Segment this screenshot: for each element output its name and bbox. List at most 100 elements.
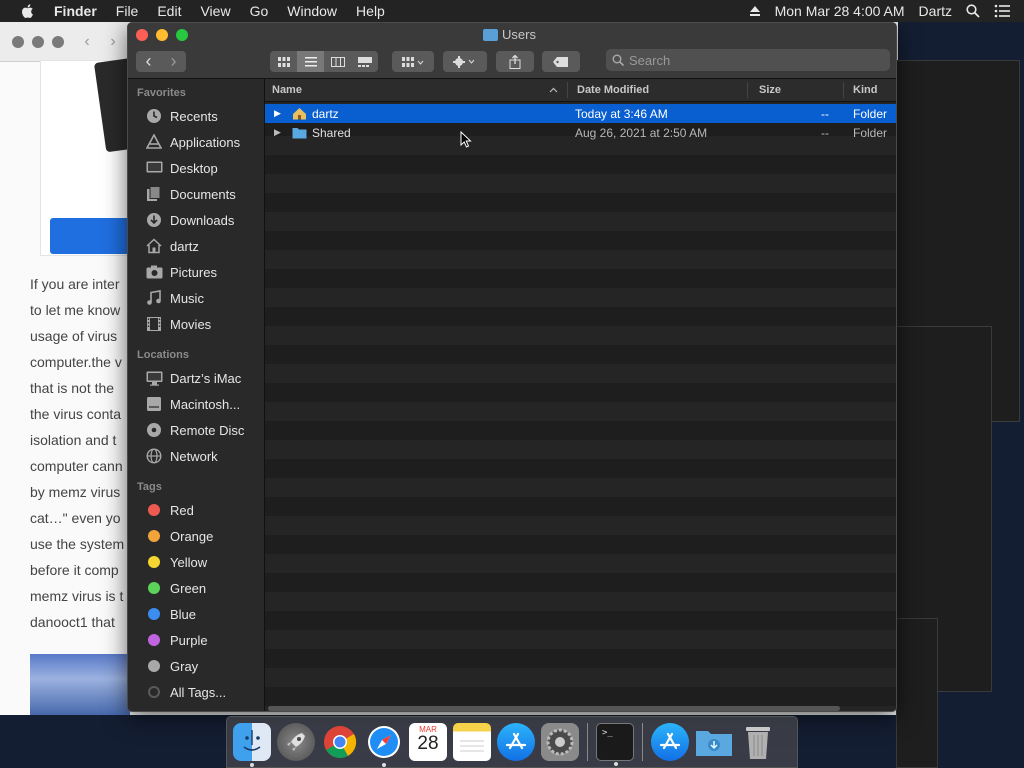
- browser-forward-icon[interactable]: ›: [102, 32, 124, 52]
- sidebar-item-tag[interactable]: Gray: [145, 655, 263, 677]
- menu-edit[interactable]: Edit: [157, 3, 181, 19]
- sidebar-item-tag[interactable]: Yellow: [145, 551, 263, 573]
- sidebar-item-movies[interactable]: Movies: [145, 313, 263, 335]
- column-divider[interactable]: [747, 82, 748, 98]
- dock-safari[interactable]: [365, 723, 403, 767]
- share-button[interactable]: [496, 51, 534, 72]
- browser-minimize-dot[interactable]: [32, 35, 44, 48]
- finder-sidebar: Favorites Recents Applications Desktop D…: [128, 79, 265, 711]
- safari-compass-icon: [368, 726, 400, 758]
- spotlight-search-icon[interactable]: [966, 4, 980, 18]
- finder-window: Users ‹ › Search Favorites Recents Appli…: [127, 22, 897, 712]
- horizontal-scrollbar[interactable]: [268, 706, 840, 711]
- dock-app-store[interactable]: [497, 723, 535, 761]
- dock-separator: [642, 723, 643, 761]
- menu-help[interactable]: Help: [356, 3, 385, 19]
- browser-back-icon[interactable]: ‹: [76, 32, 98, 52]
- desktop-icon: [145, 160, 163, 176]
- zoom-button[interactable]: [176, 29, 188, 41]
- sidebar-item-tag[interactable]: Red: [145, 499, 263, 521]
- sidebar-item-macintosh-hd[interactable]: Macintosh...: [145, 393, 263, 415]
- grid-icon: [277, 56, 290, 67]
- sidebar-item-imac[interactable]: Dartz’s iMac: [145, 367, 263, 389]
- back-button[interactable]: ‹: [136, 51, 161, 72]
- browser-close-dot[interactable]: [12, 35, 24, 48]
- film-icon: [145, 316, 163, 332]
- menu-clock[interactable]: Mon Mar 28 4:00 AM: [775, 3, 905, 19]
- window-title-text: Users: [502, 27, 536, 42]
- search-field[interactable]: Search: [606, 49, 890, 71]
- back-forward-control: ‹ ›: [136, 51, 186, 72]
- group-by-button[interactable]: [392, 51, 434, 72]
- column-header-kind[interactable]: Kind: [853, 84, 877, 96]
- locations-header: Locations: [137, 349, 189, 361]
- column-view-button[interactable]: [324, 51, 351, 72]
- gallery-view-button[interactable]: [351, 51, 378, 72]
- menu-user[interactable]: Dartz: [919, 3, 952, 19]
- sidebar-item-music[interactable]: Music: [145, 287, 263, 309]
- sidebar-item-network[interactable]: Network: [145, 445, 263, 467]
- sidebar-item-downloads[interactable]: Downloads: [145, 209, 263, 231]
- menu-app-name[interactable]: Finder: [54, 3, 97, 19]
- sidebar-item-tag[interactable]: Purple: [145, 629, 263, 651]
- dock-downloads-folder[interactable]: [695, 723, 733, 761]
- sidebar-item-remote-disc[interactable]: Remote Disc: [145, 419, 263, 441]
- sidebar-item-pictures[interactable]: Pictures: [145, 261, 263, 283]
- list-view-button[interactable]: [297, 51, 324, 72]
- sidebar-item-tag[interactable]: Orange: [145, 525, 263, 547]
- menu-view[interactable]: View: [200, 3, 230, 19]
- apple-logo-icon[interactable]: [20, 3, 36, 19]
- file-kind: Folder: [853, 107, 888, 121]
- dock-trash[interactable]: [739, 723, 777, 761]
- dock-notes[interactable]: [453, 723, 491, 761]
- dock-finder[interactable]: [233, 723, 271, 767]
- disclosure-triangle-icon[interactable]: ▶: [274, 108, 281, 119]
- dock-launchpad[interactable]: [277, 723, 315, 761]
- sidebar-item-tag[interactable]: All Tags...: [145, 681, 263, 703]
- gear-icon: [453, 55, 475, 68]
- eject-icon[interactable]: [749, 5, 761, 17]
- dock-applications-folder[interactable]: [651, 723, 689, 761]
- icon-view-button[interactable]: [270, 51, 297, 72]
- sidebar-item-label: Macintosh...: [170, 396, 241, 412]
- file-size: --: [821, 126, 829, 140]
- sidebar-item-applications[interactable]: Applications: [145, 131, 263, 153]
- control-center-icon[interactable]: [994, 4, 1010, 18]
- sidebar-item-desktop[interactable]: Desktop: [145, 157, 263, 179]
- action-button[interactable]: [443, 51, 487, 72]
- menu-go[interactable]: Go: [250, 3, 269, 19]
- forward-button[interactable]: ›: [161, 51, 186, 72]
- table-row[interactable]: ▶ Shared Aug 26, 2021 at 2:50 AM -- Fold…: [265, 123, 896, 142]
- menu-file[interactable]: File: [116, 3, 139, 19]
- column-divider[interactable]: [567, 82, 568, 98]
- terminal-prompt-icon: >_: [602, 728, 613, 738]
- dock-chrome[interactable]: [321, 723, 359, 761]
- close-button[interactable]: [136, 29, 148, 41]
- file-date: Aug 26, 2021 at 2:50 AM: [575, 126, 708, 140]
- dock-calendar[interactable]: MAR 28: [409, 723, 447, 761]
- sidebar-item-documents[interactable]: Documents: [145, 183, 263, 205]
- minimize-button[interactable]: [156, 29, 168, 41]
- sort-chevron-icon[interactable]: [549, 87, 558, 93]
- sidebar-item-label: Network: [170, 448, 218, 464]
- column-header-size[interactable]: Size: [759, 84, 781, 96]
- column-header-name[interactable]: Name: [272, 84, 302, 96]
- sidebar-item-tag[interactable]: Blue: [145, 603, 263, 625]
- rocket-icon: [287, 733, 305, 751]
- tag-button[interactable]: [542, 51, 580, 72]
- sidebar-item-tag[interactable]: Green: [145, 577, 263, 599]
- browser-zoom-dot[interactable]: [52, 35, 64, 48]
- sidebar-item-label: Applications: [170, 134, 241, 150]
- menu-window[interactable]: Window: [287, 3, 337, 19]
- column-divider[interactable]: [843, 82, 844, 98]
- table-row[interactable]: ▶ dartz Today at 3:46 AM -- Folder: [265, 104, 896, 123]
- sidebar-item-recents[interactable]: Recents: [145, 105, 263, 127]
- column-header-date[interactable]: Date Modified: [577, 84, 649, 96]
- disclosure-triangle-icon[interactable]: ▶: [274, 127, 281, 138]
- dock-terminal[interactable]: >_: [596, 723, 634, 766]
- users-folder-icon: [483, 28, 498, 41]
- app-store-icon: [505, 732, 527, 750]
- tag-color-dot-icon: [148, 608, 160, 620]
- sidebar-item-dartz[interactable]: dartz: [145, 235, 263, 257]
- dock-system-preferences[interactable]: [541, 723, 579, 761]
